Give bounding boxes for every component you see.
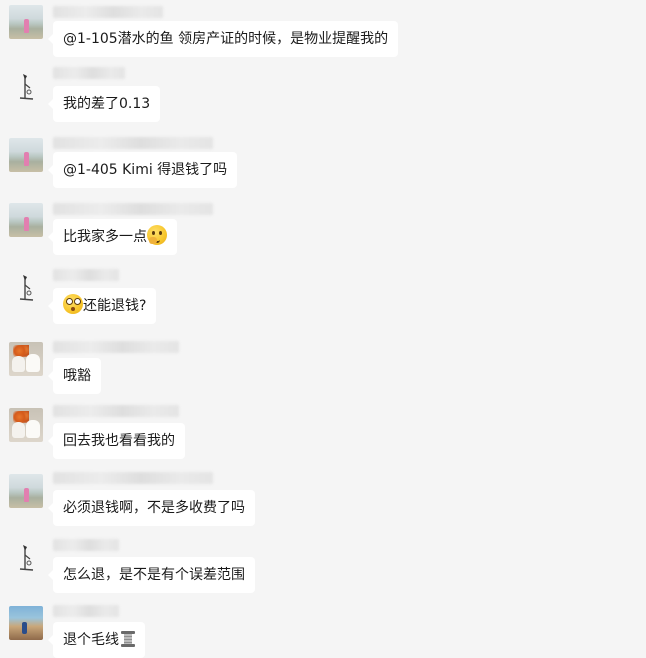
blurred-nickname [53,472,213,484]
message-bubble[interactable]: 必须退钱啊，不是多收费了吗 [48,490,255,526]
beach-portrait-avatar[interactable] [9,5,43,39]
sketch-figure-avatar[interactable] [9,271,43,305]
blurred-nickname [53,341,179,353]
message-bubble[interactable]: 比我家多一点 [48,219,177,255]
blurred-nickname [53,539,119,551]
message-text: 还能退钱? [83,298,147,314]
blurred-nickname [53,6,163,18]
coastal-scene-avatar[interactable] [9,606,43,640]
thinking-face-emoji [147,225,167,245]
dogs-flowers-avatar[interactable] [9,342,43,376]
astonished-face-emoji [63,294,83,314]
message-text: 必须退钱啊，不是多收费了吗 [63,500,245,516]
blurred-nickname [53,405,179,417]
beach-portrait-avatar[interactable] [9,138,43,172]
blurred-nickname [53,203,213,215]
sketch-figure-avatar[interactable] [9,70,43,104]
message-bubble[interactable]: @1-105潜水的鱼 领房产证的时候，是物业提醒我的 [47,21,399,57]
message-bubble[interactable]: 退个毛线 [48,622,145,658]
group-chat-message-list[interactable]: @1-105潜水的鱼 领房产证的时候，是物业提醒我的 我的差了0.13 @1-4… [0,0,646,658]
blurred-nickname [53,269,119,281]
message-text: 退个毛线 [63,632,119,648]
message-text: 怎么退，是不是有个误差范围 [63,567,245,583]
blurred-nickname [53,137,213,149]
blurred-nickname [53,605,119,617]
beach-portrait-avatar[interactable] [9,474,43,508]
message-bubble[interactable]: 回去我也看看我的 [48,423,185,459]
message-text: 哦豁 [63,368,91,384]
sketch-figure-avatar[interactable] [9,541,43,575]
message-text: 回去我也看看我的 [63,433,175,449]
message-bubble[interactable]: 还能退钱? [47,288,157,324]
message-bubble[interactable]: @1-405 Kimi 得退钱了吗 [47,152,238,188]
message-bubble[interactable]: 哦豁 [48,358,101,394]
message-text: 我的差了0.13 [63,96,151,112]
message-text: @1-105潜水的鱼 领房产证的时候，是物业提醒我的 [63,31,389,47]
thread-spool-emoji [121,631,135,647]
message-bubble[interactable]: 怎么退，是不是有个误差范围 [48,557,255,593]
message-text: @1-405 Kimi 得退钱了吗 [63,162,228,178]
message-bubble[interactable]: 我的差了0.13 [47,86,161,122]
blurred-nickname [53,67,125,79]
message-text: 比我家多一点 [63,229,147,245]
dogs-flowers-avatar[interactable] [9,408,43,442]
beach-portrait-avatar[interactable] [9,203,43,237]
